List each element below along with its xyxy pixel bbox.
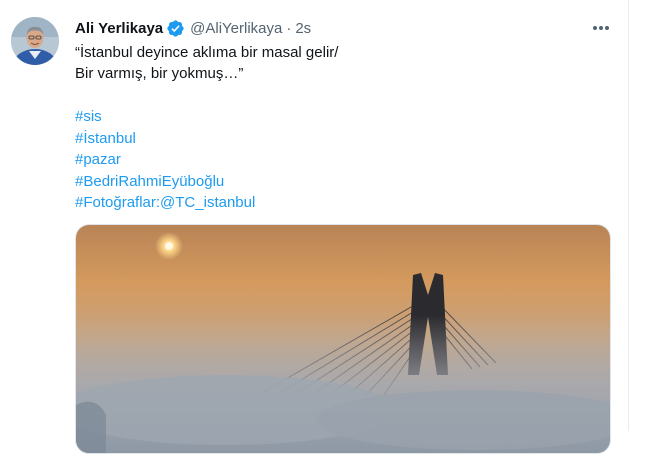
- more-horizontal-icon: [593, 26, 597, 30]
- tweet-timestamp[interactable]: 2s: [295, 20, 311, 37]
- more-dot: [605, 26, 609, 30]
- hashtag-link[interactable]: #İstanbul: [75, 128, 605, 150]
- tweet-photo[interactable]: [75, 224, 611, 454]
- author-name[interactable]: Ali Yerlikaya: [75, 20, 163, 37]
- avatar-image: [11, 17, 59, 65]
- tweet[interactable]: Ali Yerlikaya @AliYerlikaya · 2s “İstanb…: [0, 0, 628, 454]
- hashtag-link[interactable]: #Fotoğraflar:@TC_istanbul: [75, 192, 605, 214]
- hashtag-link[interactable]: #pazar: [75, 149, 605, 171]
- tweet-text: “İstanbul deyince aklıma bir masal gelir…: [75, 42, 605, 84]
- verified-badge-icon: [166, 19, 185, 38]
- more-dot: [599, 26, 603, 30]
- avatar[interactable]: [11, 17, 59, 65]
- tweet-text-line: “İstanbul deyince aklıma bir masal gelir…: [75, 44, 339, 61]
- column-divider: [628, 0, 629, 431]
- author-handle[interactable]: @AliYerlikaya: [190, 20, 282, 37]
- hashtag-link[interactable]: #BedriRahmiEyüboğlu: [75, 171, 605, 193]
- hashtag-link[interactable]: #sis: [75, 106, 605, 128]
- hashtag-list: #sis #İstanbul #pazar #BedriRahmiEyüboğl…: [75, 106, 605, 214]
- more-options-button[interactable]: [588, 16, 614, 40]
- separator-dot: ·: [286, 19, 292, 37]
- tweet-text-line: Bir varmış, bir yokmuş…”: [75, 65, 244, 82]
- tweet-header: Ali Yerlikaya @AliYerlikaya · 2s: [75, 17, 311, 39]
- bridge-fog-photo: [76, 225, 610, 453]
